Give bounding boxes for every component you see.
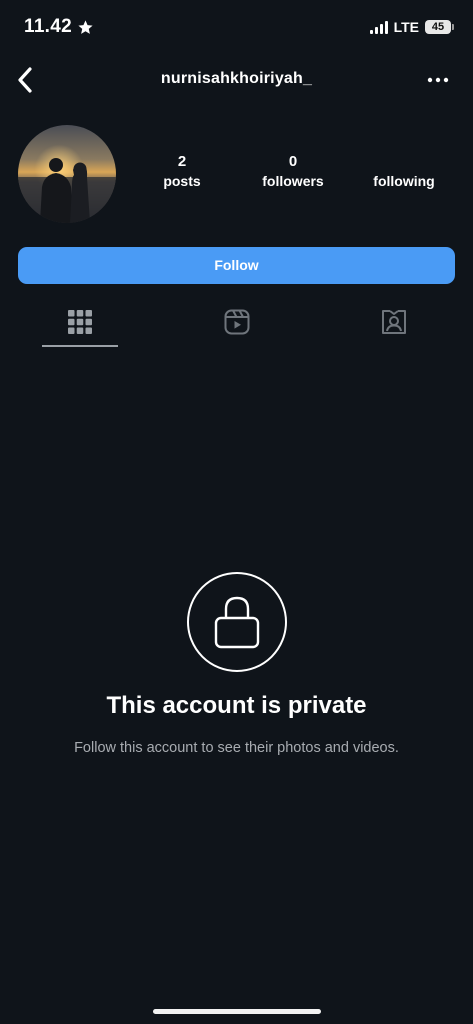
more-horizontal-icon bbox=[427, 77, 449, 83]
status-time-text: 11.42 bbox=[24, 16, 72, 37]
status-bar: 11.42 LTE 45 bbox=[0, 0, 473, 58]
profile-tabs bbox=[0, 298, 473, 348]
profile-header: nurnisahkhoiriyah_ bbox=[0, 58, 473, 104]
private-account-title: This account is private bbox=[106, 692, 367, 719]
battery-icon: 45 bbox=[425, 20, 454, 34]
more-options-button[interactable] bbox=[423, 66, 453, 94]
followers-count: 0 bbox=[288, 153, 298, 170]
following-count bbox=[349, 152, 459, 172]
status-time: 11.42 bbox=[24, 16, 94, 38]
tab-reels[interactable] bbox=[199, 298, 275, 346]
following-stat[interactable]: following bbox=[349, 152, 459, 189]
grid-icon bbox=[68, 309, 92, 334]
status-indicators: LTE 45 bbox=[369, 19, 454, 35]
followers-stat[interactable]: 0 followers bbox=[238, 152, 348, 189]
tab-tagged[interactable] bbox=[356, 298, 432, 346]
private-lock-badge bbox=[187, 572, 287, 672]
tagged-icon bbox=[382, 310, 406, 334]
following-label: following bbox=[373, 173, 435, 189]
lock-icon bbox=[214, 596, 260, 649]
tab-posts-grid[interactable] bbox=[42, 298, 118, 347]
avatar-photo bbox=[18, 125, 116, 223]
home-indicator[interactable] bbox=[153, 1009, 321, 1014]
posts-label: posts bbox=[163, 173, 201, 189]
network-type: LTE bbox=[393, 19, 419, 35]
followers-label: followers bbox=[262, 173, 324, 189]
profile-username: nurnisahkhoiriyah_ bbox=[160, 70, 313, 87]
star-icon bbox=[78, 19, 93, 34]
posts-stat[interactable]: 2 posts bbox=[127, 152, 237, 189]
profile-avatar[interactable] bbox=[18, 125, 116, 223]
reels-icon bbox=[224, 309, 250, 335]
follow-button[interactable]: Follow bbox=[18, 247, 455, 284]
private-account-subtitle: Follow this account to see their photos … bbox=[74, 740, 399, 756]
posts-count: 2 bbox=[177, 153, 187, 170]
cellular-signal-icon bbox=[369, 20, 388, 34]
battery-level: 45 bbox=[431, 21, 445, 33]
